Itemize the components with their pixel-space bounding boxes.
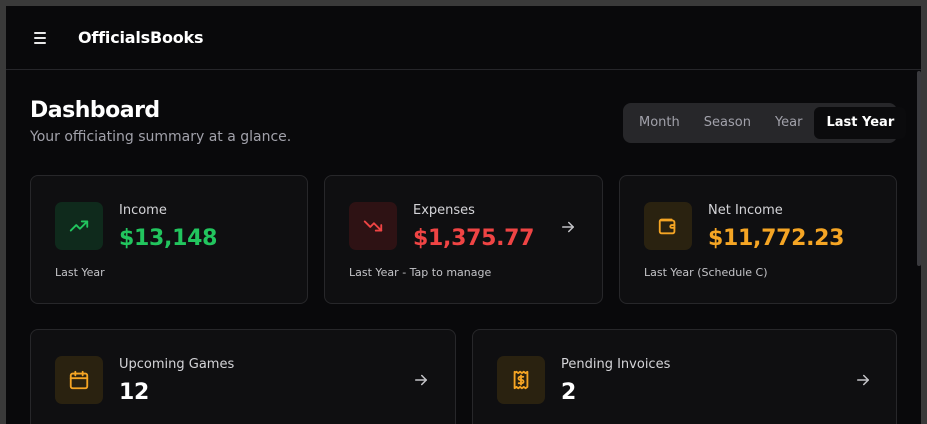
period-option-season[interactable]: Season: [692, 107, 763, 139]
net-income-value: $11,772.23: [708, 226, 845, 251]
page-subtitle: Your officiating summary at a glance.: [30, 129, 292, 145]
arrow-right-icon[interactable]: [559, 218, 577, 236]
pending-invoices-value: 2: [561, 380, 577, 405]
calendar-icon: [55, 356, 103, 404]
expenses-footnote: Last Year - Tap to manage: [349, 266, 492, 279]
expenses-value: $1,375.77: [413, 226, 535, 251]
period-filter: Month Season Year Last Year: [623, 103, 907, 143]
period-option-last-year[interactable]: Last Year: [814, 107, 907, 139]
receipt-icon: [497, 356, 545, 404]
top-bar: OfficialsBooks: [6, 6, 921, 70]
net-income-footnote: Last Year (Schedule C): [644, 266, 768, 279]
net-income-label: Net Income: [708, 203, 783, 218]
arrow-right-icon[interactable]: [854, 371, 872, 389]
trending-up-icon: [55, 202, 103, 250]
wallet-icon: [644, 202, 692, 250]
menu-icon[interactable]: [34, 31, 50, 45]
page-header: Dashboard Your officiating summary at a …: [30, 98, 291, 145]
trending-down-icon: [349, 202, 397, 250]
arrow-right-icon[interactable]: [412, 371, 430, 389]
income-card: Income $13,148 Last Year: [30, 175, 308, 304]
page-title: Dashboard: [30, 98, 160, 123]
income-value: $13,148: [119, 226, 218, 251]
net-income-card: Net Income $11,772.23 Last Year (Schedul…: [619, 175, 897, 304]
period-option-year[interactable]: Year: [763, 107, 815, 139]
scrollbar[interactable]: [917, 71, 921, 266]
pending-invoices-card[interactable]: Pending Invoices 2: [472, 329, 897, 424]
app-window: OfficialsBooks Dashboard Your officiatin…: [6, 6, 921, 424]
upcoming-games-value: 12: [119, 380, 150, 405]
income-label: Income: [119, 203, 167, 218]
period-option-month[interactable]: Month: [627, 107, 692, 139]
upcoming-games-label: Upcoming Games: [119, 357, 235, 372]
income-footnote: Last Year: [55, 266, 105, 279]
expenses-label: Expenses: [413, 203, 475, 218]
upcoming-games-card[interactable]: Upcoming Games 12: [30, 329, 456, 424]
expenses-card[interactable]: Expenses $1,375.77 Last Year - Tap to ma…: [324, 175, 603, 304]
pending-invoices-label: Pending Invoices: [561, 357, 671, 372]
app-brand[interactable]: OfficialsBooks: [78, 28, 204, 47]
